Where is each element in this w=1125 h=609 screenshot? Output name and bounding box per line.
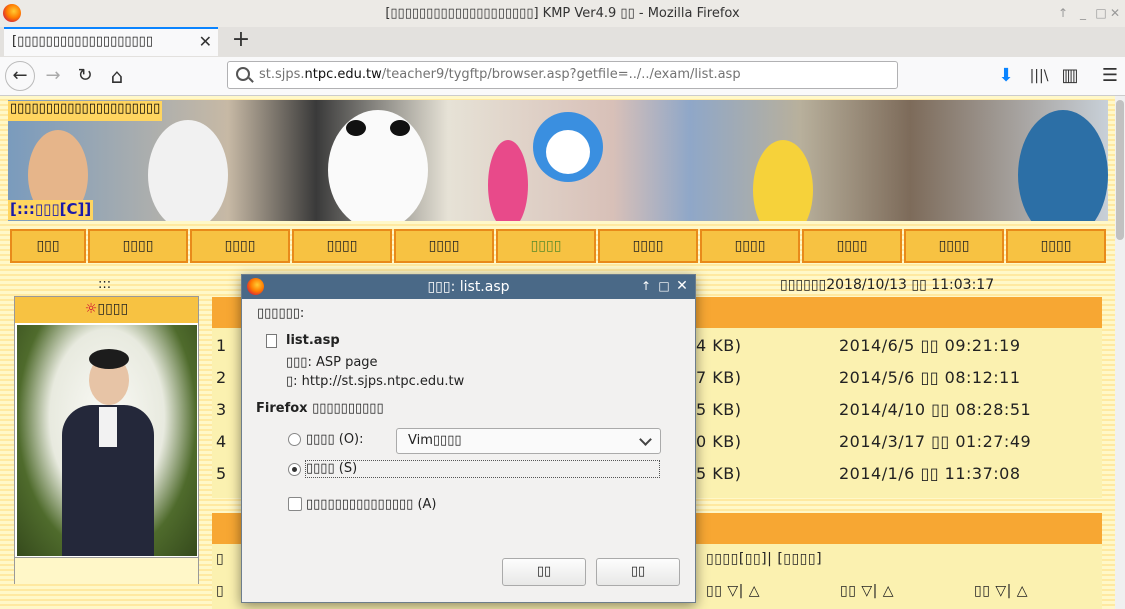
second-list-text: ▯ [216, 583, 225, 599]
current-datetime: ▯▯▯▯▯▯2018/10/13 ▯▯ 11:03:17 [780, 277, 995, 293]
sort-control[interactable]: ▯▯ ▽| △ [706, 583, 760, 599]
remember-checkbox[interactable] [288, 497, 302, 511]
sidebar-icon[interactable]: ▥ [1055, 61, 1085, 91]
row-date: 2014/3/17 ▯▯ 01:27:49 [839, 432, 1032, 451]
scrollbar-thumb[interactable] [1116, 100, 1124, 240]
site-title: ▯▯▯▯▯▯▯▯▯▯▯▯▯▯▯▯▯▯▯▯▯ [8, 101, 163, 121]
row-number: 4 [216, 432, 227, 451]
new-tab-button[interactable]: + [228, 28, 254, 54]
dialog-up-icon[interactable]: ↑ [638, 278, 654, 294]
open-with-radio[interactable] [288, 433, 301, 446]
back-button[interactable]: ← [5, 61, 35, 91]
library-icon[interactable]: |||\ [1024, 61, 1054, 91]
tab-label: [▯▯▯▯▯▯▯▯▯▯▯▯▯▯▯▯▯▯▯ [12, 34, 153, 49]
row-date: 2014/5/6 ▯▯ 08:12:11 [839, 368, 1021, 387]
window-titlebar: [▯▯▯▯▯▯▯▯▯▯▯▯▯▯▯▯▯▯▯▯] KMP Ver4.9 ▯▯ - M… [0, 0, 1125, 28]
row-size: 5 KB) [696, 400, 742, 419]
dialog-title: ▯▯▯: list.asp [427, 279, 510, 295]
menu-item-11[interactable]: ▯▯▯▯ [1006, 229, 1106, 263]
open-with-app: Vim▯▯▯▯ [408, 433, 462, 448]
downloads-icon[interactable]: ⬇ [991, 61, 1021, 91]
tab-close-icon[interactable]: ✕ [199, 32, 212, 51]
row-size: 7 KB) [696, 368, 742, 387]
row-size: 4 KB) [696, 336, 742, 355]
row-number: 2 [216, 368, 227, 387]
file-name: list.asp [286, 333, 340, 348]
search-icon [236, 67, 250, 81]
remember-label[interactable]: ▯▯▯▯▯▯▯▯▯▯▯▯▯▯▯ (A) [306, 497, 436, 512]
menu-item-6[interactable]: ▯▯▯▯ [496, 229, 596, 263]
home-button[interactable]: ⌂ [102, 61, 132, 91]
chevron-down-icon [639, 433, 652, 446]
dialog-titlebar: ▯▯▯: list.asp ↑ □ ✕ [242, 275, 695, 299]
window-minimize-icon[interactable]: ↑ [1054, 4, 1072, 22]
second-list-links[interactable]: ▯▯▯▯[▯▯]| [▯▯▯▯] [706, 551, 822, 567]
window-title: [▯▯▯▯▯▯▯▯▯▯▯▯▯▯▯▯▯▯▯▯] KMP Ver4.9 ▯▯ - M… [385, 6, 740, 21]
menu-item-4[interactable]: ▯▯▯▯ [292, 229, 392, 263]
tab-current[interactable]: [▯▯▯▯▯▯▯▯▯▯▯▯▯▯▯▯▯▯▯ ✕ [4, 27, 218, 56]
action-prompt: Firefox ▯▯▯▯▯▯▯▯▯▯ [256, 401, 384, 416]
row-size: 0 KB) [696, 432, 742, 451]
profile-title: ▯▯▯▯ [97, 301, 129, 317]
forward-button[interactable]: → [38, 61, 68, 91]
save-file-label[interactable]: ▯▯▯▯ (S) [306, 461, 357, 476]
profile-header: ☼▯▯▯▯ [15, 297, 198, 323]
breadcrumb-marker: ::: [98, 277, 112, 292]
site-menu: ▯▯▯ ▯▯▯▯ ▯▯▯▯ ▯▯▯▯ ▯▯▯▯ ▯▯▯▯ ▯▯▯▯ ▯▯▯▯ ▯… [8, 229, 1108, 267]
save-focus-ring [305, 460, 660, 478]
opening-label: ▯▯▯▯▯▯: [257, 306, 305, 321]
site-subtitle-link[interactable]: [:::▯▯▯[C]] [8, 200, 94, 220]
sort-control[interactable]: ▯▯ ▽| △ [840, 583, 894, 599]
window-restore-icon[interactable]: _ [1074, 4, 1092, 22]
menu-item-3[interactable]: ▯▯▯▯ [190, 229, 290, 263]
menu-item-10[interactable]: ▯▯▯▯ [904, 229, 1004, 263]
url-text[interactable]: st.sjps.ntpc.edu.tw/teacher9/tygftp/brow… [259, 67, 741, 82]
open-with-label[interactable]: ▯▯▯▯ (O): [306, 432, 364, 447]
banner-photo [8, 100, 1108, 221]
file-source: ▯: http://st.sjps.ntpc.edu.tw [286, 374, 465, 389]
firefox-logo-icon [3, 4, 21, 22]
row-size: 5 KB) [696, 464, 742, 483]
ok-button[interactable]: ▯▯ [502, 558, 586, 586]
file-type: ▯▯▯: ASP page [286, 355, 378, 370]
menu-item-9[interactable]: ▯▯▯▯ [802, 229, 902, 263]
second-list-text: ▯ [216, 551, 225, 567]
menu-item-7[interactable]: ▯▯▯▯ [598, 229, 698, 263]
row-date: 2014/1/6 ▯▯ 11:37:08 [839, 464, 1021, 483]
cancel-button[interactable]: ▯▯ [596, 558, 680, 586]
row-number: 5 [216, 464, 227, 483]
row-number: 1 [216, 336, 227, 355]
window-close-icon[interactable]: ✕ [1106, 4, 1124, 22]
dialog-maximize-icon[interactable]: □ [656, 278, 672, 294]
user-icon: ☼ [84, 301, 98, 317]
menu-item-5[interactable]: ▯▯▯▯ [394, 229, 494, 263]
profile-footer [15, 557, 198, 584]
menu-icon[interactable]: ☰ [1095, 61, 1125, 91]
sort-control[interactable]: ▯▯ ▽| △ [974, 583, 1028, 599]
open-with-dropdown[interactable]: Vim▯▯▯▯ [396, 428, 661, 454]
menu-item-1[interactable]: ▯▯▯ [10, 229, 86, 263]
dialog-close-icon[interactable]: ✕ [674, 278, 690, 294]
profile-photo [17, 325, 197, 556]
row-date: 2014/6/5 ▯▯ 09:21:19 [839, 336, 1021, 355]
url-bar[interactable]: st.sjps.ntpc.edu.tw/teacher9/tygftp/brow… [227, 61, 898, 89]
menu-item-2[interactable]: ▯▯▯▯ [88, 229, 188, 263]
row-number: 3 [216, 400, 227, 419]
row-date: 2014/4/10 ▯▯ 08:28:51 [839, 400, 1032, 419]
save-file-radio[interactable] [288, 463, 301, 476]
reload-button[interactable]: ↻ [70, 61, 100, 91]
file-icon [266, 334, 277, 348]
menu-item-8[interactable]: ▯▯▯▯ [700, 229, 800, 263]
